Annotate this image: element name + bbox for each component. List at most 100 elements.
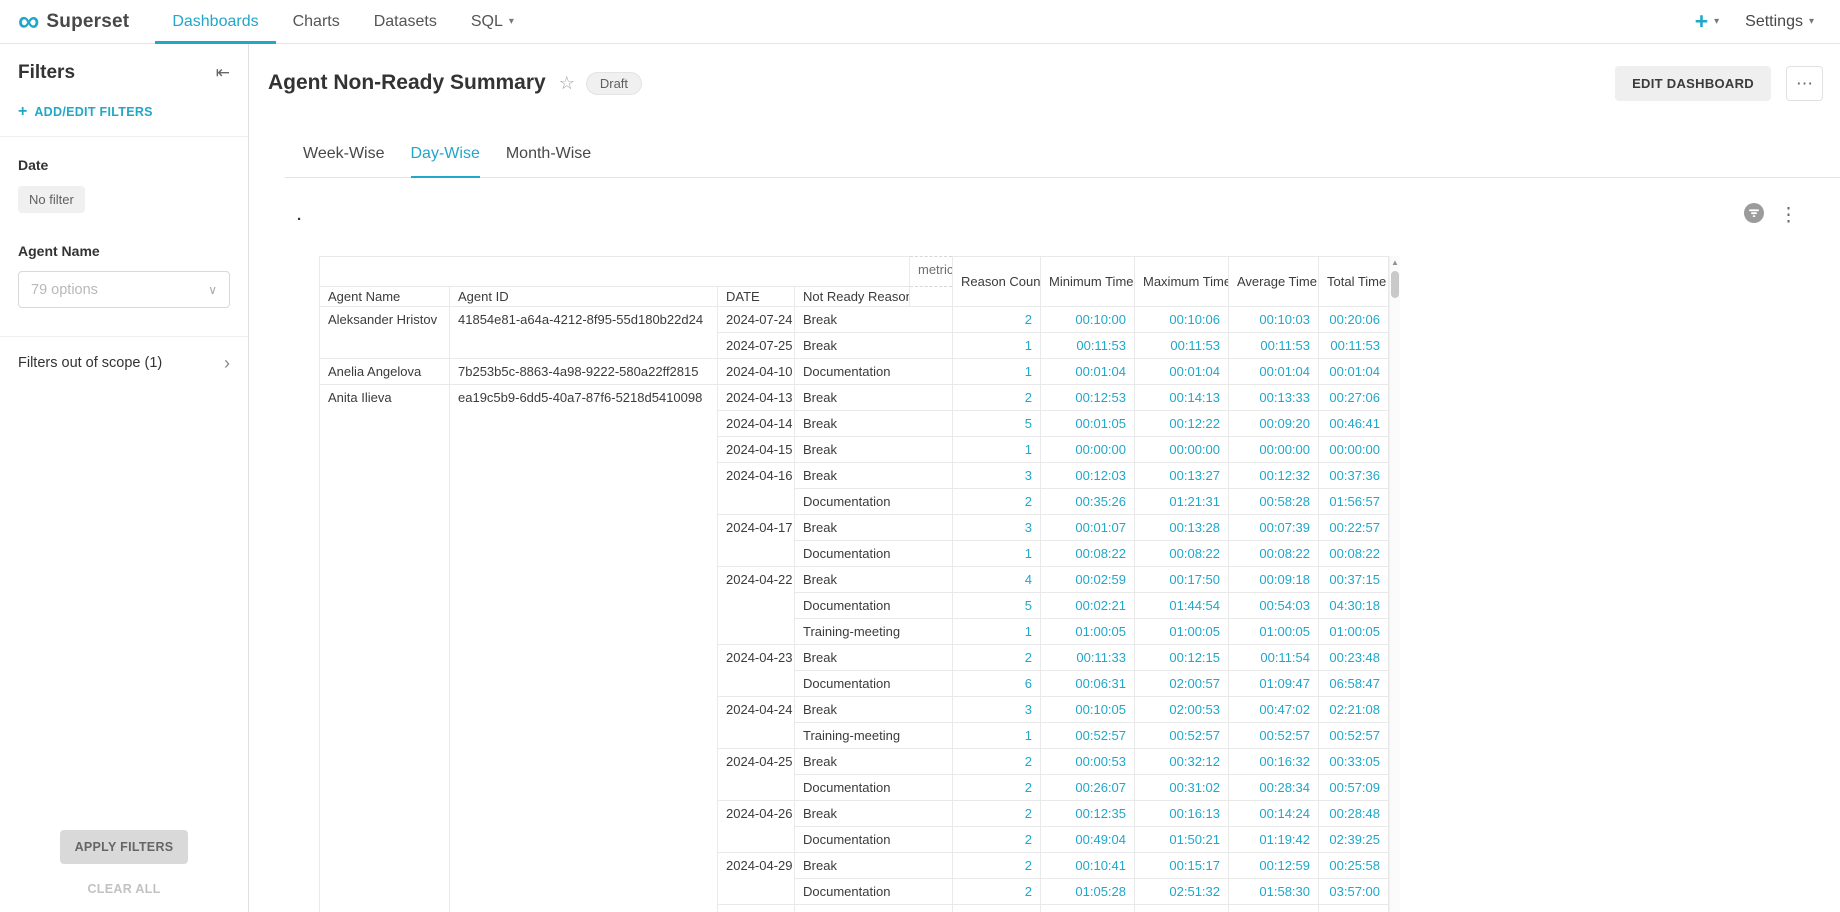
cell-total-time: 03:57:00: [1319, 879, 1389, 905]
cell-date: 2024-04-26: [718, 801, 795, 853]
more-options-button[interactable]: ⋯: [1786, 66, 1823, 101]
header-not-ready-reason[interactable]: Not Ready Reason: [795, 287, 910, 307]
cell-date: 2024-04-29: [718, 853, 795, 905]
cell-not-ready-reason: Documentation: [795, 827, 953, 853]
add-edit-filters-button[interactable]: + ADD/EDIT FILTERS: [0, 84, 248, 137]
scroll-up-arrow-icon[interactable]: ▲: [1390, 256, 1400, 267]
cell-date: 2024-04-17: [718, 515, 795, 567]
cell-total-time: 02:21:08: [1319, 697, 1389, 723]
nav-charts[interactable]: Charts: [276, 0, 357, 43]
cell-date: 2024-04-23: [718, 645, 795, 697]
cell-date: 2024-07-24: [718, 307, 795, 333]
cell-reason-count: 2: [953, 775, 1041, 801]
cell-maximum-time: 00:08:22: [1135, 541, 1229, 567]
cell-date: 2024-04-22: [718, 567, 795, 645]
tab-day-wise[interactable]: Day-Wise: [411, 134, 480, 178]
cell-average-time: 01:00:05: [1229, 619, 1319, 645]
header-axis-spacer: [910, 287, 953, 307]
cell-not-ready-reason: Documentation: [795, 671, 953, 697]
cell-minimum-time: 00:49:04: [1041, 827, 1135, 853]
cell-minimum-time: 00:02:59: [1041, 567, 1135, 593]
cell-date: 2024-04-16: [718, 463, 795, 515]
pivot-table: metric Reason Count Minimum Time Maximum…: [319, 256, 1389, 912]
cell-total-time: 00:27:06: [1319, 385, 1389, 411]
cell-not-ready-reason: Break: [795, 801, 953, 827]
filter-indicator-icon[interactable]: [1744, 203, 1764, 228]
cell-not-ready-reason: Break: [795, 905, 953, 912]
favorite-star-icon[interactable]: ☆: [559, 73, 575, 94]
new-button[interactable]: + ▾: [1695, 10, 1719, 33]
cell-minimum-time: 00:02:21: [1041, 593, 1135, 619]
cell-total-time: 00:22:57: [1319, 515, 1389, 541]
nav-sql[interactable]: SQL ▾: [454, 0, 531, 43]
filters-sidebar: Filters ⇤ + ADD/EDIT FILTERS Date No fil…: [0, 44, 249, 912]
cell-total-time: 00:39:27: [1319, 905, 1389, 912]
cell-reason-count: 2: [953, 801, 1041, 827]
header-total-time[interactable]: Total Time: [1319, 257, 1389, 307]
filters-out-of-scope[interactable]: Filters out of scope (1) ›: [0, 336, 248, 389]
cell-average-time: 01:58:30: [1229, 879, 1319, 905]
navbar-right: + ▾ Settings ▾: [1695, 0, 1840, 43]
top-navbar: ∞ Superset Dashboards Charts Datasets SQ…: [0, 0, 1840, 44]
cell-minimum-time: 00:10:10: [1041, 905, 1135, 912]
cell-average-time: 00:12:32: [1229, 463, 1319, 489]
header-average-time[interactable]: Average Time: [1229, 257, 1319, 307]
cell-total-time: 01:56:57: [1319, 489, 1389, 515]
dashboard-main: Agent Non-Ready Summary ☆ Draft EDIT DAS…: [249, 44, 1840, 912]
cell-average-time: 00:09:20: [1229, 411, 1319, 437]
cell-average-time: 00:14:24: [1229, 801, 1319, 827]
cell-reason-count: 1: [953, 333, 1041, 359]
header-agent-id[interactable]: Agent ID: [450, 287, 718, 307]
cell-reason-count: 1: [953, 723, 1041, 749]
cell-reason-count: 3: [953, 515, 1041, 541]
scrollbar-thumb[interactable]: [1391, 271, 1399, 298]
settings-menu[interactable]: Settings ▾: [1745, 13, 1814, 31]
cell-average-time: 00:54:03: [1229, 593, 1319, 619]
caret-down-icon: ▾: [509, 16, 514, 27]
header-reason-count[interactable]: Reason Count: [953, 257, 1041, 307]
cell-total-time: 00:37:36: [1319, 463, 1389, 489]
date-filter-value-chip[interactable]: No filter: [18, 186, 85, 213]
cell-reason-count: 1: [953, 437, 1041, 463]
apply-filters-button[interactable]: APPLY FILTERS: [60, 830, 189, 864]
edit-dashboard-button[interactable]: EDIT DASHBOARD: [1615, 66, 1771, 101]
cell-total-time: 00:20:06: [1319, 307, 1389, 333]
cell-minimum-time: 00:12:35: [1041, 801, 1135, 827]
cell-maximum-time: 02:00:53: [1135, 697, 1229, 723]
collapse-filters-icon[interactable]: ⇤: [216, 63, 230, 83]
cell-maximum-time: 00:11:53: [1135, 333, 1229, 359]
cell-reason-count: 2: [953, 879, 1041, 905]
cell-total-time: 00:00:00: [1319, 437, 1389, 463]
header-date[interactable]: DATE: [718, 287, 795, 307]
cell-maximum-time: 00:13:28: [1135, 515, 1229, 541]
cell-average-time: 00:09:18: [1229, 567, 1319, 593]
cell-minimum-time: 00:01:05: [1041, 411, 1135, 437]
cell-average-time: 00:01:04: [1229, 359, 1319, 385]
table-scrollbar[interactable]: ▲: [1389, 256, 1400, 912]
cell-total-time: 00:33:05: [1319, 749, 1389, 775]
cell-not-ready-reason: Documentation: [795, 359, 953, 385]
tab-week-wise[interactable]: Week-Wise: [303, 134, 385, 177]
superset-logo[interactable]: ∞ Superset: [0, 0, 155, 43]
cell-not-ready-reason: Break: [795, 515, 953, 541]
cell-minimum-time: 00:10:41: [1041, 853, 1135, 879]
cell-agent-id: ea19c5b9-6dd5-40a7-87f6-5218d5410098: [450, 385, 718, 912]
tab-month-wise[interactable]: Month-Wise: [506, 134, 591, 177]
cell-date: 2024-05-01: [718, 905, 795, 912]
cell-reason-count: 6: [953, 671, 1041, 697]
cell-not-ready-reason: Break: [795, 307, 953, 333]
agent-name-select[interactable]: 79 options ∨: [18, 271, 230, 308]
clear-all-button[interactable]: CLEAR ALL: [0, 882, 248, 896]
kebab-menu-icon[interactable]: ⋮: [1779, 206, 1798, 225]
nav-dashboards[interactable]: Dashboards: [155, 0, 275, 43]
nav-datasets[interactable]: Datasets: [357, 0, 454, 43]
cell-minimum-time: 00:11:53: [1041, 333, 1135, 359]
cell-not-ready-reason: Documentation: [795, 879, 953, 905]
cell-total-time: 02:39:25: [1319, 827, 1389, 853]
brand-name: Superset: [46, 11, 129, 33]
header-agent-name[interactable]: Agent Name: [320, 287, 450, 307]
header-maximum-time[interactable]: Maximum Time: [1135, 257, 1229, 307]
header-minimum-time[interactable]: Minimum Time: [1041, 257, 1135, 307]
cell-not-ready-reason: Documentation: [795, 489, 953, 515]
cell-minimum-time: 00:00:53: [1041, 749, 1135, 775]
